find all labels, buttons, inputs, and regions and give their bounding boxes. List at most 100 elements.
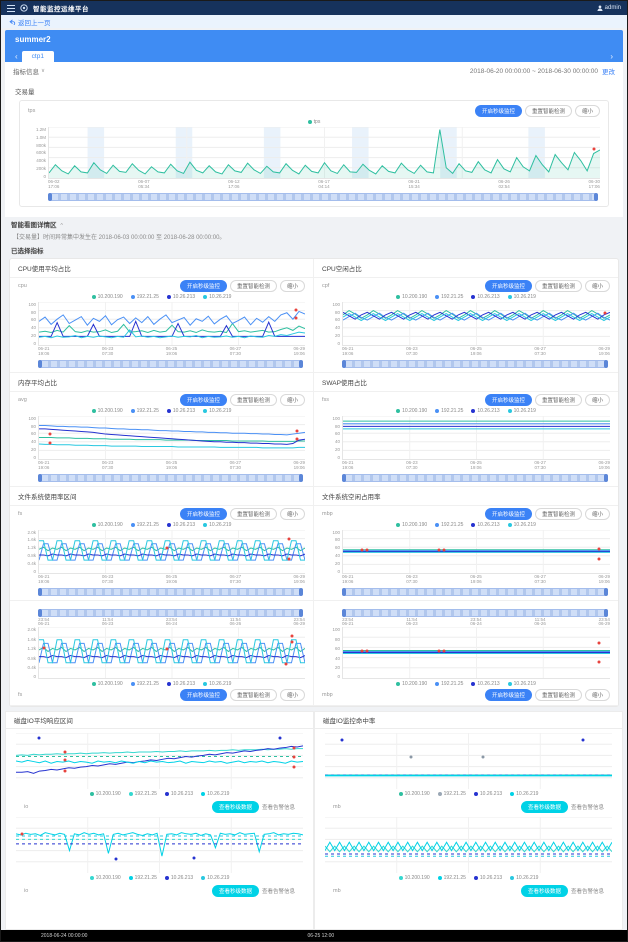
swap-chart[interactable] xyxy=(342,416,610,460)
legend-item[interactable]: 10.26.219 xyxy=(510,875,538,881)
legend-item[interactable]: 10.26.213 xyxy=(474,875,502,881)
legend-item[interactable]: 10.26.219 xyxy=(203,294,231,300)
seconds-monitor-button[interactable]: 开启秒级监控 xyxy=(475,105,522,117)
legend-item[interactable]: 10.26.213 xyxy=(471,522,499,528)
seconds-monitor-button[interactable]: 开启秒级监控 xyxy=(180,280,227,292)
recheck-button[interactable]: 重置智能检测 xyxy=(535,689,582,701)
legend-item[interactable]: 10.26.219 xyxy=(510,791,538,797)
seconds-data-button[interactable]: 查看秒级数据 xyxy=(212,801,259,813)
seconds-data-button[interactable]: 查看秒级数据 xyxy=(521,801,568,813)
legend-item[interactable]: 10.200.190 xyxy=(396,408,427,414)
seconds-monitor-button[interactable]: 开启秒级监控 xyxy=(485,689,532,701)
legend-item[interactable]: 10.200.190 xyxy=(396,522,427,528)
legend-item[interactable]: 10.26.213 xyxy=(474,791,502,797)
collapse-icon[interactable]: ^ xyxy=(60,223,63,229)
cpu-idle-chart[interactable] xyxy=(342,302,610,346)
disk-io-hit-chart[interactable] xyxy=(325,733,612,789)
alarm-info-link[interactable]: 查看告警信息 xyxy=(262,803,295,811)
legend-item[interactable]: 10.26.213 xyxy=(165,791,193,797)
tab-scroll-right[interactable]: › xyxy=(606,52,617,62)
time-brush-slider[interactable] xyxy=(48,193,598,201)
legend-item[interactable]: 192.21.25 xyxy=(435,522,463,528)
seconds-monitor-button[interactable]: 开启秒级监控 xyxy=(180,508,227,520)
recheck-button[interactable]: 重置智能检测 xyxy=(525,105,572,117)
seconds-data-button[interactable]: 查看秒级数据 xyxy=(521,885,568,897)
zoom-out-button[interactable]: 缩小 xyxy=(585,508,610,520)
disk-io-noise-chart[interactable] xyxy=(16,817,303,873)
legend-item[interactable]: 192.21.25 xyxy=(435,681,463,687)
zoom-out-button[interactable]: 缩小 xyxy=(280,508,305,520)
tps-chart[interactable] xyxy=(48,127,600,179)
legend-item[interactable]: 10.26.213 xyxy=(167,408,195,414)
legend-item[interactable]: 10.26.213 xyxy=(167,294,195,300)
legend-item[interactable]: 10.26.213 xyxy=(167,522,195,528)
back-link[interactable]: 返回上一页 xyxy=(9,17,51,27)
fs-idle-compare-chart[interactable] xyxy=(342,627,610,679)
fs-idle-chart[interactable] xyxy=(342,530,610,574)
zoom-out-button[interactable]: 缩小 xyxy=(585,689,610,701)
legend-item[interactable]: 10.26.213 xyxy=(471,408,499,414)
legend-item[interactable]: 10.200.190 xyxy=(92,522,123,528)
metric-info-label[interactable]: 指标信息 xyxy=(13,66,39,76)
time-brush-slider[interactable] xyxy=(38,588,303,596)
recheck-button[interactable]: 重置智能检测 xyxy=(535,280,582,292)
zoom-out-button[interactable]: 缩小 xyxy=(280,280,305,292)
legend-item[interactable]: 10.26.219 xyxy=(508,681,536,687)
recheck-button[interactable]: 重置智能检测 xyxy=(230,689,277,701)
time-brush-slider[interactable] xyxy=(342,360,608,368)
legend-item[interactable]: 10.200.190 xyxy=(90,875,121,881)
legend-item[interactable]: 192.21.25 xyxy=(438,875,466,881)
legend-item[interactable]: 10.200.190 xyxy=(92,294,123,300)
legend-item[interactable]: 10.200.190 xyxy=(92,408,123,414)
alarm-info-link[interactable]: 查看告警信息 xyxy=(571,803,604,811)
zoom-out-button[interactable]: 缩小 xyxy=(585,280,610,292)
recheck-button[interactable]: 重置智能检测 xyxy=(230,394,277,406)
time-brush-slider[interactable] xyxy=(38,360,303,368)
legend-item[interactable]: 10.26.219 xyxy=(201,875,229,881)
legend-item[interactable]: 10.200.190 xyxy=(90,791,121,797)
fs-compare-chart[interactable] xyxy=(38,627,305,679)
time-brush-slider[interactable] xyxy=(342,588,608,596)
legend-item[interactable]: 10.26.219 xyxy=(508,408,536,414)
legend-item[interactable]: 192.21.25 xyxy=(131,681,159,687)
seconds-monitor-button[interactable]: 开启秒级监控 xyxy=(485,394,532,406)
fs-usage-chart[interactable] xyxy=(38,530,305,574)
legend-item[interactable]: 10.26.213 xyxy=(165,875,193,881)
legend-item[interactable]: 192.21.25 xyxy=(435,294,463,300)
alarm-info-link[interactable]: 查看告警信息 xyxy=(571,887,604,895)
time-brush-slider[interactable] xyxy=(38,474,303,482)
tab-ctp1[interactable]: ctp1 xyxy=(22,51,54,62)
time-brush-slider[interactable] xyxy=(38,609,303,617)
disk-io-wave-chart[interactable] xyxy=(325,817,612,873)
legend-item[interactable]: 10.200.190 xyxy=(92,681,123,687)
zoom-out-button[interactable]: 缩小 xyxy=(280,394,305,406)
recheck-button[interactable]: 重置智能检测 xyxy=(230,508,277,520)
seconds-data-button[interactable]: 查看秒级数据 xyxy=(212,885,259,897)
recheck-button[interactable]: 重置智能检测 xyxy=(535,394,582,406)
legend-item[interactable]: 192.21.25 xyxy=(131,408,159,414)
legend-item[interactable]: 10.26.219 xyxy=(203,522,231,528)
legend-item[interactable]: 10.26.213 xyxy=(471,681,499,687)
zoom-out-button[interactable]: 缩小 xyxy=(575,105,600,117)
legend-item[interactable]: 10.26.219 xyxy=(508,294,536,300)
legend-item[interactable]: 192.21.25 xyxy=(129,791,157,797)
tab-scroll-left[interactable]: ‹ xyxy=(11,52,22,62)
seconds-monitor-button[interactable]: 开启秒级监控 xyxy=(180,394,227,406)
recheck-button[interactable]: 重置智能检测 xyxy=(535,508,582,520)
time-brush-slider[interactable] xyxy=(342,609,608,617)
legend-item[interactable]: 10.26.213 xyxy=(167,681,195,687)
seconds-monitor-button[interactable]: 开启秒级监控 xyxy=(485,508,532,520)
change-date-link[interactable]: 更改 xyxy=(602,66,615,76)
legend-item[interactable]: tps xyxy=(308,119,321,125)
legend-item[interactable]: 192.21.25 xyxy=(435,408,463,414)
legend-item[interactable]: 192.21.25 xyxy=(131,522,159,528)
legend-item[interactable]: 10.200.190 xyxy=(399,791,430,797)
legend-item[interactable]: 192.21.25 xyxy=(129,875,157,881)
seconds-monitor-button[interactable]: 开启秒级监控 xyxy=(485,280,532,292)
disk-io-response-chart[interactable] xyxy=(16,733,303,789)
user-menu[interactable]: admin xyxy=(597,5,621,11)
legend-item[interactable]: 10.26.219 xyxy=(203,408,231,414)
alarm-info-link[interactable]: 查看告警信息 xyxy=(262,887,295,895)
zoom-out-button[interactable]: 缩小 xyxy=(585,394,610,406)
cpu-chart[interactable] xyxy=(38,302,305,346)
